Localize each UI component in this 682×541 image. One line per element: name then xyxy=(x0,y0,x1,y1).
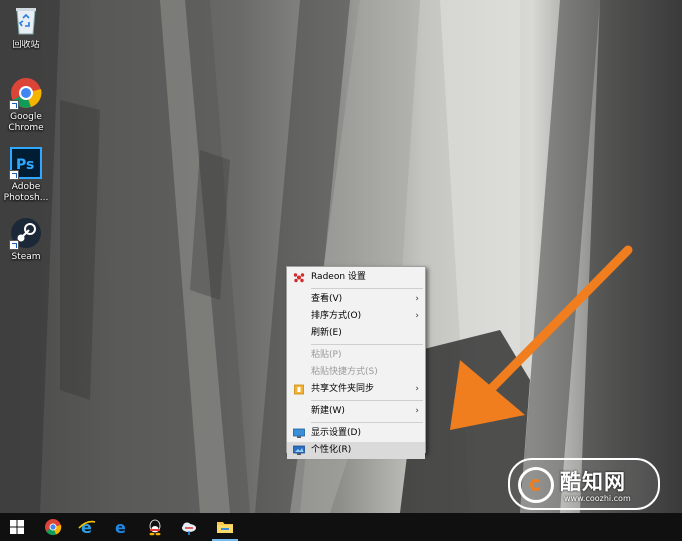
menu-item-radeon-settings[interactable]: Radeon 设置 xyxy=(287,269,425,286)
taskbar-chrome[interactable] xyxy=(36,513,70,541)
menu-item-paste-shortcut: 粘贴快捷方式(S) xyxy=(287,364,425,381)
personalize-icon xyxy=(293,445,305,455)
taskbar-file-explorer[interactable] xyxy=(208,513,242,541)
menu-separator xyxy=(311,400,423,401)
watermark-badge: 酷知网 www.coozhi.com xyxy=(508,458,660,510)
menu-item-label: 个性化(R) xyxy=(311,445,352,455)
menu-item-label: 刷新(E) xyxy=(311,328,342,338)
taskbar-qq[interactable] xyxy=(138,513,172,541)
menu-item-label: 共享文件夹同步 xyxy=(311,384,375,394)
menu-item-label: 粘贴(P) xyxy=(311,350,342,360)
chevron-right-icon: › xyxy=(415,294,419,304)
menu-item-new[interactable]: 新建(W) › xyxy=(287,403,425,420)
chrome-icon xyxy=(9,76,43,110)
menu-item-label: 粘贴快捷方式(S) xyxy=(311,367,378,377)
desktop-icon-label: Google Chrome xyxy=(8,112,44,133)
svg-text:e: e xyxy=(81,518,92,536)
menu-separator xyxy=(311,422,423,423)
desktop-icon-label: Adobe Photosh... xyxy=(3,182,49,203)
chevron-right-icon: › xyxy=(415,384,419,394)
menu-item-label: Radeon 设置 xyxy=(311,272,366,282)
qq-icon xyxy=(149,519,161,536)
menu-item-display-settings[interactable]: 显示设置(D) xyxy=(287,425,425,442)
desktop-icon-steam[interactable]: Steam xyxy=(2,216,50,263)
windows-icon xyxy=(10,520,24,534)
coozhi-logo-icon xyxy=(518,467,554,503)
ie-icon: e xyxy=(78,518,96,536)
shortcut-arrow-icon xyxy=(9,100,19,110)
menu-item-label: 新建(W) xyxy=(311,406,345,416)
menu-item-personalize[interactable]: 个性化(R) xyxy=(287,442,425,459)
taskbar: e e xyxy=(0,513,682,541)
orange-arrow-annotation xyxy=(450,245,633,430)
taskbar-cloud-app[interactable] xyxy=(172,513,206,541)
menu-item-refresh[interactable]: 刷新(E) xyxy=(287,325,425,342)
menu-separator xyxy=(311,344,423,345)
chevron-right-icon: › xyxy=(415,311,419,321)
menu-item-paste: 粘贴(P) xyxy=(287,347,425,364)
taskbar-internet-explorer[interactable]: e xyxy=(70,513,104,541)
chrome-icon xyxy=(45,519,62,536)
menu-separator xyxy=(311,288,423,289)
shortcut-arrow-icon xyxy=(9,170,19,180)
menu-item-sort-by[interactable]: 排序方式(O) › xyxy=(287,308,425,325)
watermark-title: 酷知网 xyxy=(560,470,626,494)
desktop-icon-chrome[interactable]: Google Chrome xyxy=(2,76,50,134)
watermark-url: www.coozhi.com xyxy=(564,494,631,503)
svg-text:e: e xyxy=(115,518,126,536)
steam-icon xyxy=(9,216,43,250)
menu-item-shared-folder-sync[interactable]: 共享文件夹同步 › xyxy=(287,381,425,398)
cloud-icon xyxy=(182,522,196,535)
photoshop-icon: Ps xyxy=(9,146,43,180)
menu-item-label: 排序方式(O) xyxy=(311,311,362,321)
sync-folder-icon xyxy=(294,384,304,395)
radeon-icon xyxy=(293,273,305,283)
desktop-icon-label: 回收站 xyxy=(12,40,40,50)
menu-item-label: 查看(V) xyxy=(311,294,343,304)
display-settings-icon xyxy=(293,428,305,438)
menu-item-view[interactable]: 查看(V) › xyxy=(287,291,425,308)
chevron-right-icon: › xyxy=(415,406,419,416)
start-button[interactable] xyxy=(0,513,34,541)
edge-icon: e xyxy=(115,518,126,536)
desktop-icon-recycle-bin[interactable]: 回收站 xyxy=(2,4,50,51)
recycle-bin-icon xyxy=(9,4,43,38)
taskbar-edge[interactable]: e xyxy=(104,513,138,541)
desktop-icon-photoshop[interactable]: Ps Adobe Photosh... xyxy=(2,146,50,204)
desktop-icon-label: Steam xyxy=(11,252,41,262)
shortcut-arrow-icon xyxy=(9,240,19,250)
menu-item-label: 显示设置(D) xyxy=(311,428,361,438)
desktop-context-menu: Radeon 设置 查看(V) › 排序方式(O) › 刷新(E) 粘贴(P) … xyxy=(286,266,426,459)
folder-icon xyxy=(217,522,233,533)
